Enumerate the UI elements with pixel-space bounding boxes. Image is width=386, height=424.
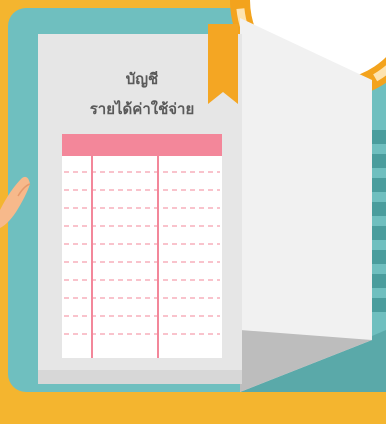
bookmark-ribbon — [208, 24, 238, 104]
ledger-sheet — [62, 134, 222, 358]
illustration-scene: บัญชี รายได้ค่าใช้จ่าย — [0, 0, 386, 424]
ledger-book-illustration: บัญชี รายได้ค่าใช้จ่าย — [0, 0, 386, 424]
ledger-header — [62, 134, 222, 156]
book-title-line1: บัญชี — [126, 70, 158, 88]
book-page-bottom — [38, 370, 242, 384]
ledger-table — [62, 134, 222, 358]
book-title-line2: รายได้ค่าใช้จ่าย — [90, 99, 195, 118]
